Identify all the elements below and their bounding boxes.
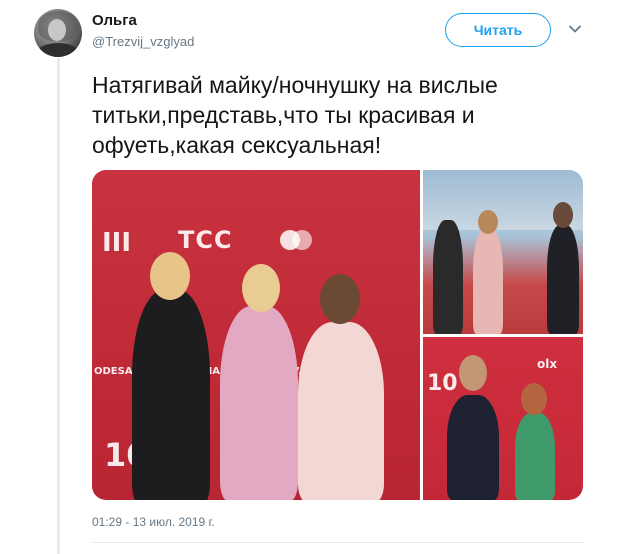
logo-ten: 10 bbox=[427, 371, 458, 396]
figure-woman-black-dress bbox=[132, 290, 210, 500]
logo-tss: ТСС bbox=[178, 226, 233, 254]
photo-red-carpet-three-women[interactable]: III ТСС ODESA INTERNATIONAL FILM FESTIVA… bbox=[92, 170, 420, 500]
figure-head bbox=[553, 202, 573, 228]
logo-ukraine: III bbox=[102, 228, 132, 258]
figure-head bbox=[150, 252, 190, 300]
photo-red-carpet-couple-group[interactable] bbox=[423, 170, 583, 334]
display-name[interactable]: Ольга bbox=[92, 12, 137, 29]
tweet-timestamp[interactable]: 01:29 - 13 июл. 2019 г. bbox=[92, 515, 215, 529]
chevron-down-icon[interactable] bbox=[568, 22, 582, 36]
logo-olx: olx bbox=[537, 357, 558, 371]
figure-woman-pink-dress bbox=[220, 306, 298, 500]
tweet-media[interactable]: III ТСС ODESA INTERNATIONAL FILM FESTIVA… bbox=[92, 170, 583, 500]
figure-head bbox=[521, 383, 547, 415]
user-handle[interactable]: @Trezvij_vzglyad bbox=[92, 34, 194, 49]
figure-head bbox=[459, 355, 487, 391]
follow-button[interactable]: Читать bbox=[445, 13, 551, 47]
tweet-text: Натягивай майку/ночнушку на вислые титьк… bbox=[92, 72, 498, 158]
figure-woman-satin-dress bbox=[298, 322, 384, 500]
figure-woman-pink-gown bbox=[473, 228, 503, 334]
figure-woman-green-dress bbox=[515, 413, 555, 500]
figure-guest bbox=[433, 220, 463, 334]
divider bbox=[92, 542, 584, 543]
figure-head bbox=[242, 264, 280, 312]
photo-red-carpet-couple[interactable]: 10 olx bbox=[423, 337, 583, 500]
figure-head bbox=[320, 274, 360, 324]
avatar[interactable] bbox=[34, 9, 82, 57]
logo-mastercard-circle-b bbox=[292, 230, 312, 250]
figure-man-tuxedo bbox=[447, 395, 499, 500]
figure-man-suit bbox=[547, 225, 579, 334]
figure-head bbox=[478, 210, 498, 234]
thread-line bbox=[57, 58, 60, 554]
